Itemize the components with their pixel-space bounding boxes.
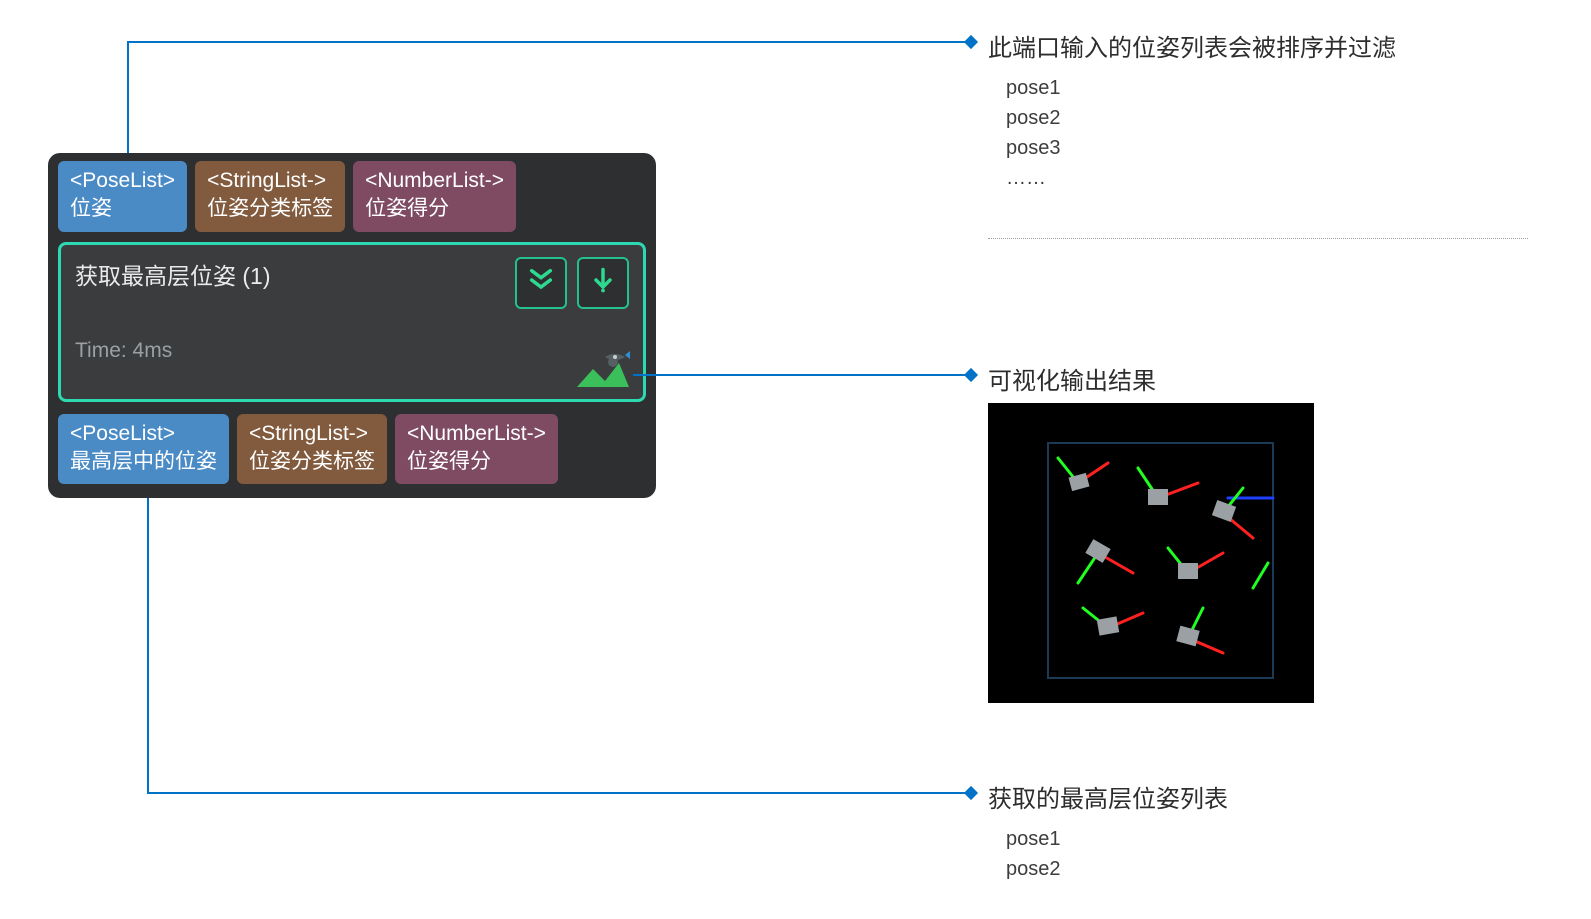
arrow-down-icon [589, 266, 617, 299]
callout-marker-icon [964, 35, 978, 49]
output-port-poselist[interactable]: <PoseList> 最高层中的位姿 [58, 414, 229, 485]
callout-title: 获取的最高层位姿列表 [988, 779, 1528, 814]
callout-line: pose2 [1006, 103, 1528, 133]
port-type-label: <StringList-> [207, 167, 333, 195]
port-type-label: <NumberList-> [365, 167, 504, 195]
port-type-label: <PoseList> [70, 420, 217, 448]
output-port-numberlist[interactable]: <NumberList-> 位姿得分 [395, 414, 558, 485]
port-type-label: <NumberList-> [407, 420, 546, 448]
callout-input-poses: 此端口输入的位姿列表会被排序并过滤 pose1 pose2 pose3 …… [988, 28, 1528, 193]
node-button-group [515, 257, 629, 309]
callout-line: pose2 [1006, 854, 1528, 884]
section-divider [988, 238, 1528, 239]
visualize-output-icon[interactable] [575, 351, 631, 391]
callout-title: 可视化输出结果 [988, 361, 1156, 396]
output-port-stringlist[interactable]: <StringList-> 位姿分类标签 [237, 414, 387, 485]
callout-body: pose1 pose2 pose3 …… [1006, 73, 1528, 193]
port-name-label: 位姿 [70, 195, 175, 223]
port-name-label: 最高层中的位姿 [70, 448, 217, 476]
callout-line: …… [1006, 163, 1528, 193]
node-time-label: Time: 4ms [75, 339, 629, 363]
callout-output-poses: 获取的最高层位姿列表 pose1 pose2 [988, 779, 1528, 884]
input-port-numberlist[interactable]: <NumberList-> 位姿得分 [353, 161, 516, 232]
port-type-label: <PoseList> [70, 167, 175, 195]
input-port-poselist[interactable]: <PoseList> 位姿 [58, 161, 187, 232]
callout-marker-icon [964, 786, 978, 800]
callout-line: pose1 [1006, 73, 1528, 103]
output-port-row: <PoseList> 最高层中的位姿 <StringList-> 位姿分类标签 … [58, 414, 646, 485]
run-button[interactable] [577, 257, 629, 309]
callout-line: pose3 [1006, 133, 1528, 163]
input-port-row: <PoseList> 位姿 <StringList-> 位姿分类标签 <Numb… [58, 161, 646, 232]
callout-body: pose1 pose2 [1006, 824, 1528, 884]
port-name-label: 位姿得分 [407, 448, 546, 476]
port-type-label: <StringList-> [249, 420, 375, 448]
callout-marker-icon [964, 368, 978, 382]
callout-line: pose1 [1006, 824, 1528, 854]
double-chevron-down-icon [527, 266, 555, 299]
callout-title: 此端口输入的位姿列表会被排序并过滤 [988, 28, 1528, 63]
node-body[interactable]: 获取最高层位姿 (1) Time: 4ms [58, 242, 646, 402]
visualization-preview [988, 403, 1314, 703]
pipeline-node: <PoseList> 位姿 <StringList-> 位姿分类标签 <Numb… [48, 153, 656, 498]
input-port-stringlist[interactable]: <StringList-> 位姿分类标签 [195, 161, 345, 232]
collapse-button[interactable] [515, 257, 567, 309]
port-name-label: 位姿分类标签 [207, 195, 333, 223]
port-name-label: 位姿分类标签 [249, 448, 375, 476]
callout-viz-output: 可视化输出结果 [988, 361, 1156, 406]
port-name-label: 位姿得分 [365, 195, 504, 223]
